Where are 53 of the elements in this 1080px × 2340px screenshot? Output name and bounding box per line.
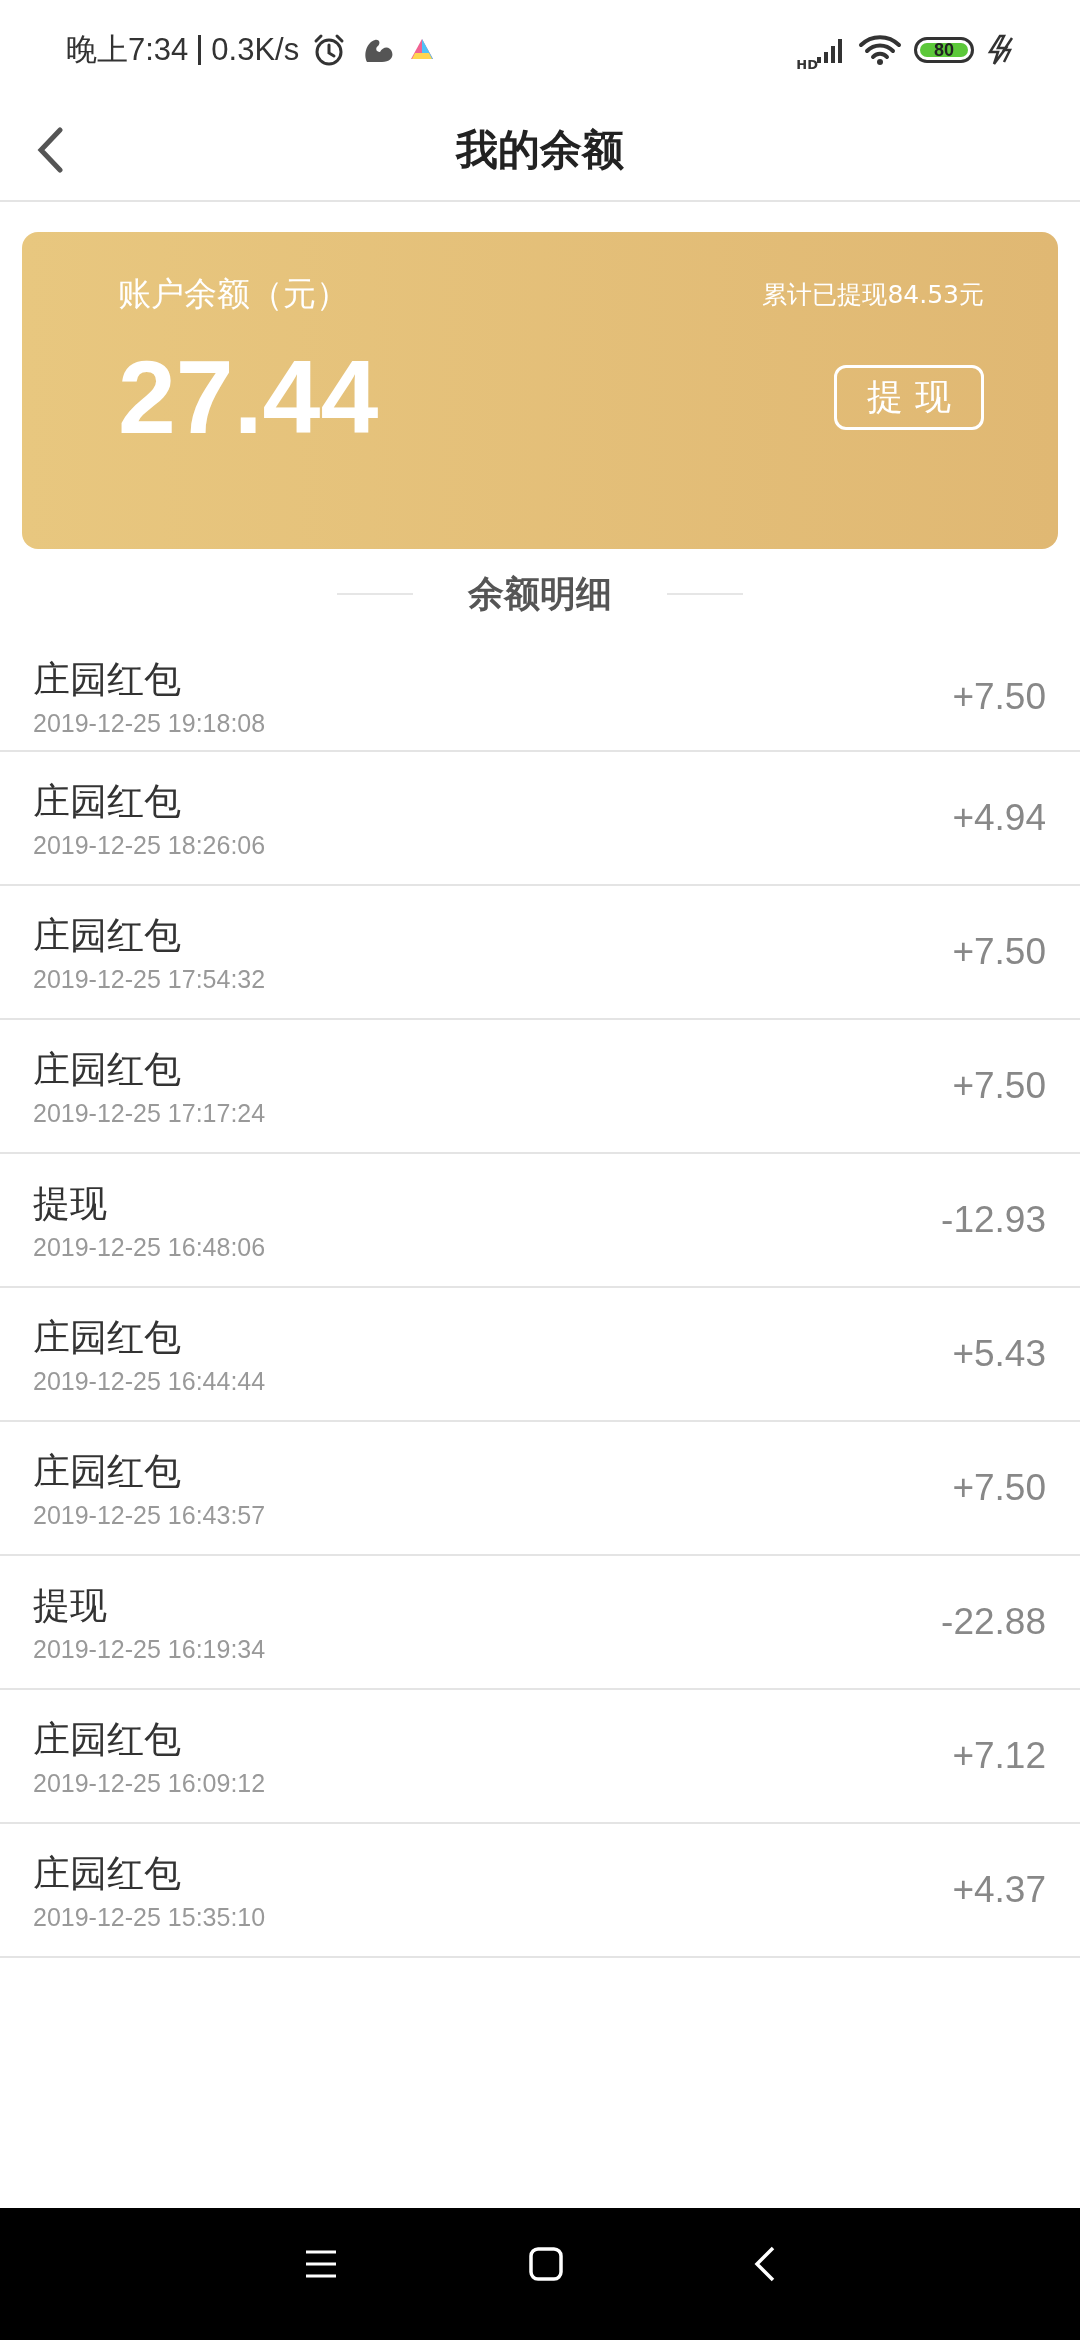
transaction-time: 2019-12-25 18:26:06 [33,830,266,860]
network-type: HD [796,56,818,72]
transaction-title: 庄园红包 [33,778,182,825]
transaction-row[interactable]: 提现 2019-12-25 16:19:34 -22.88 [0,1556,1080,1690]
wifi-icon [858,33,902,67]
transaction-title: 提现 [33,1582,108,1629]
transaction-row[interactable]: 庄园红包 2019-12-25 17:17:24 +7.50 [0,1020,1080,1154]
transaction-title: 庄园红包 [33,1850,182,1897]
transaction-amount: +5.43 [952,1333,1046,1375]
transaction-title: 庄园红包 [33,657,182,703]
transaction-row[interactable]: 庄园红包 2019-12-25 16:09:12 +7.12 [0,1690,1080,1824]
transaction-amount: +7.12 [952,1735,1046,1777]
transaction-amount: +7.50 [952,1467,1046,1509]
transaction-row[interactable]: 提现 2019-12-25 16:48:06 -12.93 [0,1154,1080,1288]
transaction-amount: +7.50 [952,931,1046,973]
transaction-time: 2019-12-25 17:17:24 [33,1098,266,1128]
transaction-row[interactable]: 庄园红包 2019-12-25 19:18:08 +7.50 [0,639,1080,752]
transaction-title: 庄园红包 [33,912,182,959]
transaction-time: 2019-12-25 16:43:57 [33,1500,266,1530]
page-title: 我的余额 [456,124,624,176]
transaction-time: 2019-12-25 19:18:08 [33,709,266,738]
transaction-time: 2019-12-25 16:19:34 [33,1634,266,1664]
transaction-row[interactable]: 庄园红包 2019-12-25 16:44:44 +5.43 [0,1288,1080,1422]
transaction-title: 提现 [33,1180,108,1227]
transaction-time: 2019-12-25 16:48:06 [33,1232,266,1262]
transaction-amount: +7.50 [952,1065,1046,1107]
transaction-row[interactable]: 庄园红包 2019-12-25 17:54:32 +7.50 [0,886,1080,1020]
menu-icon[interactable] [304,2249,338,2279]
transaction-amount: +4.94 [952,797,1046,839]
section-title: 余额明细 [468,571,612,616]
transaction-time: 2019-12-25 16:09:12 [33,1768,266,1798]
withdrawn-total: 累计已提现84.53元 [762,279,984,311]
transaction-title: 庄园红包 [33,1716,182,1763]
home-icon[interactable] [528,2246,564,2282]
transaction-amount: +4.37 [952,1869,1046,1911]
transaction-row[interactable]: 庄园红包 2019-12-25 15:35:10 +4.37 [0,1824,1080,1958]
transaction-row[interactable]: 庄园红包 2019-12-25 18:26:06 +4.94 [0,752,1080,886]
status-time: 晚上7:34 [66,31,189,69]
transaction-amount: -12.93 [941,1199,1046,1241]
balance-label: 账户余额（元） [118,273,349,315]
transaction-title: 庄园红包 [33,1448,182,1495]
back-icon[interactable] [36,127,64,173]
transaction-time: 2019-12-25 15:35:10 [33,1902,266,1932]
transaction-row[interactable]: 庄园红包 2019-12-25 16:43:57 +7.50 [0,1422,1080,1556]
transaction-time: 2019-12-25 16:44:44 [33,1366,266,1396]
transaction-time: 2019-12-25 17:54:32 [33,964,266,994]
transaction-amount: -22.88 [941,1601,1046,1643]
battery-icon: 80 [914,37,974,63]
network-speed: 0.3K/s [211,32,300,68]
transaction-title: 庄园红包 [33,1314,182,1361]
transaction-title: 庄园红包 [33,1046,182,1093]
balance-amount: 27.44 [118,345,379,449]
transaction-amount: +7.50 [952,676,1046,718]
